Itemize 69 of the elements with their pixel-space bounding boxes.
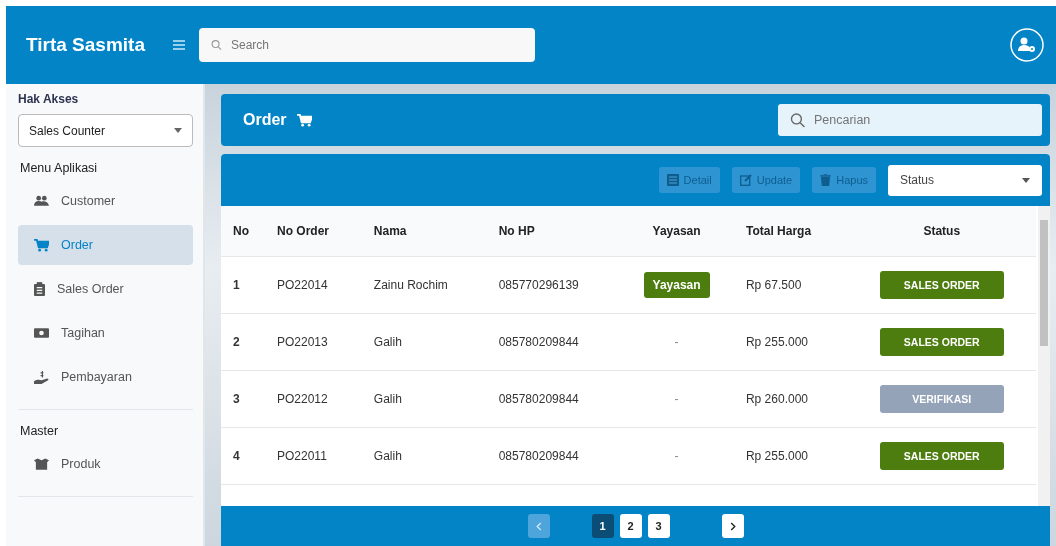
section-title: Menu Aplikasi	[20, 161, 99, 175]
access-label: Hak Akses	[18, 92, 80, 106]
page-button[interactable]: 2	[619, 514, 642, 538]
status-badge: SALES ORDER	[879, 328, 1004, 356]
list-icon	[666, 174, 679, 186]
sidebar-item[interactable]: Produk	[18, 444, 193, 484]
table-cell: 2	[233, 335, 240, 349]
table-cell: Galih	[373, 335, 402, 349]
table-cell: PO22011	[277, 449, 327, 463]
table-cell: Rp 260.000	[745, 392, 808, 406]
table-cell: 085770296139	[498, 278, 579, 292]
status-badge: SALES ORDER	[879, 271, 1004, 299]
cart-icon	[34, 238, 49, 252]
search-field[interactable]: Pencarian	[778, 104, 1042, 136]
column-header: No HP	[498, 224, 535, 238]
search-field[interactable]: Search	[199, 28, 535, 62]
page-button[interactable]: 1	[591, 514, 614, 538]
edit-icon	[739, 174, 752, 186]
page-title: Order	[243, 111, 287, 129]
trash-icon	[820, 174, 832, 186]
column-header: Nama	[373, 224, 407, 238]
table-cell: -	[674, 335, 679, 349]
table-cell: Rp 67.500	[745, 278, 802, 292]
section-title: Master	[20, 424, 60, 438]
chevron-right-icon	[729, 521, 736, 531]
clipboard-icon	[34, 282, 45, 296]
table-cell: Zainu Rochim	[373, 278, 448, 292]
users-icon	[34, 195, 49, 207]
sidebar-item[interactable]: Pembayaran	[18, 357, 193, 397]
column-header: Yayasan	[652, 224, 701, 238]
chevron-left-icon	[535, 521, 542, 531]
caret-icon	[1022, 177, 1030, 183]
cart-icon	[296, 113, 312, 127]
table-cell: 1	[233, 278, 240, 292]
table-cell: -	[674, 392, 679, 406]
column-header: No Order	[277, 224, 329, 238]
page-button[interactable]: 3	[647, 514, 670, 538]
user-settings-icon[interactable]	[1010, 28, 1044, 62]
table-cell: 3	[233, 392, 240, 406]
table-cell: 085780209844	[498, 392, 579, 406]
column-header: No	[233, 224, 249, 238]
column-header: Total Harga	[745, 224, 812, 238]
table-cell: Galih	[373, 449, 402, 463]
scrollbar[interactable]	[1038, 206, 1050, 506]
caret-icon	[174, 128, 182, 133]
sidebar-item[interactable]: Customer	[18, 181, 193, 221]
status-badge: SALES ORDER	[879, 442, 1004, 470]
table-cell: 4	[233, 449, 240, 463]
table-cell: PO22014	[277, 278, 328, 292]
table-cell: PO22012	[277, 392, 328, 406]
yayasan-badge: Yayasan	[643, 272, 710, 298]
table-cell: 085780209844	[498, 335, 579, 349]
next-page-button[interactable]	[721, 514, 744, 538]
column-header: Status	[923, 224, 961, 238]
hand-coin-icon	[34, 369, 49, 385]
table-cell: Rp 255.000	[745, 449, 808, 463]
access-select[interactable]: Sales Counter	[18, 114, 193, 147]
sidebar-item[interactable]: Sales Order	[18, 269, 193, 309]
brand-title: Tirta Sasmita	[26, 34, 145, 56]
table-cell: Galih	[373, 392, 402, 406]
status-badge: VERIFIKASI	[879, 385, 1004, 413]
table-cell: 085780209844	[498, 449, 579, 463]
menu-icon[interactable]	[173, 40, 185, 50]
sidebar-item[interactable]: Tagihan	[18, 313, 193, 353]
table-cell: Rp 255.000	[745, 335, 808, 349]
table-cell: -	[674, 449, 679, 463]
banknote-icon	[34, 328, 49, 338]
status-select[interactable]: Status	[888, 164, 1042, 196]
table-cell: PO22013	[277, 335, 328, 349]
